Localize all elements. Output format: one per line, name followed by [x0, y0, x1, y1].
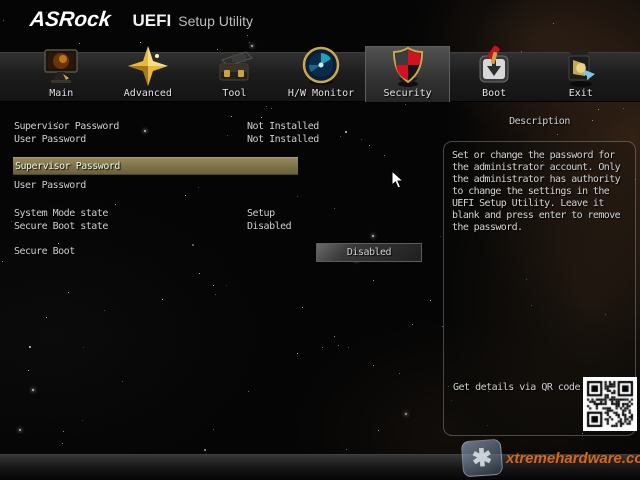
- row-label: Supervisor Password: [14, 121, 119, 132]
- tab-label: Advanced: [123, 88, 172, 99]
- tab-tool[interactable]: Tool: [191, 40, 278, 102]
- tab-security[interactable]: Security: [364, 40, 451, 102]
- row-value: Disabled: [247, 221, 292, 232]
- tab-main[interactable]: Main: [18, 40, 105, 102]
- uefi-title: UEFI: [132, 11, 172, 30]
- asrock-logo: ASRock: [28, 8, 112, 31]
- setup-utility-subtitle: Setup Utility: [178, 13, 253, 29]
- tab-boot[interactable]: Boot: [451, 40, 538, 102]
- toolbox-icon: [212, 42, 256, 88]
- description-title: Description: [509, 116, 570, 127]
- supervisor-password-item[interactable]: Supervisor Password: [13, 157, 298, 175]
- tab-label: Exit: [568, 88, 593, 99]
- gauge-icon: [299, 42, 343, 88]
- star-icon: [126, 42, 170, 88]
- tab-label: Tool: [222, 88, 247, 99]
- tab-label: Boot: [482, 88, 507, 99]
- tab-advanced[interactable]: Advanced: [105, 40, 192, 102]
- row-label: Secure Boot state: [14, 221, 108, 232]
- exit-icon: [559, 42, 603, 88]
- row-label: System Mode state: [14, 208, 108, 219]
- shield-icon: [386, 42, 430, 88]
- row-value: Not Installed: [247, 134, 319, 145]
- monitor-icon: [39, 42, 83, 88]
- user-password-item[interactable]: User Password: [14, 180, 86, 191]
- secure-boot-value: Disabled: [346, 247, 392, 258]
- boot-switch-icon: [472, 42, 516, 88]
- mouse-cursor-icon: [391, 169, 405, 193]
- secure-boot-dropdown[interactable]: Disabled: [316, 243, 422, 262]
- row-value: Not Installed: [247, 121, 319, 132]
- tab-hw-monitor[interactable]: H/W Monitor: [278, 40, 365, 102]
- tab-label: Main: [49, 88, 74, 99]
- tab-exit[interactable]: Exit: [537, 40, 624, 102]
- selected-item-label: Supervisor Password: [15, 160, 120, 172]
- secure-boot-label: Secure Boot: [14, 246, 75, 257]
- qr-code: [583, 377, 637, 431]
- header: ASRock UEFI Setup Utility: [28, 8, 253, 34]
- description-text: Set or change the password for the admin…: [452, 150, 621, 233]
- tab-bar: Main Advanced Tool H/W Monitor Security …: [18, 40, 624, 102]
- row-label: User Password: [14, 134, 86, 145]
- tab-label: Security: [383, 88, 432, 99]
- footer-bar: [0, 454, 640, 480]
- tab-label: H/W Monitor: [287, 88, 355, 99]
- qr-caption: Get details via QR code: [453, 382, 580, 393]
- row-value: Setup: [247, 208, 275, 219]
